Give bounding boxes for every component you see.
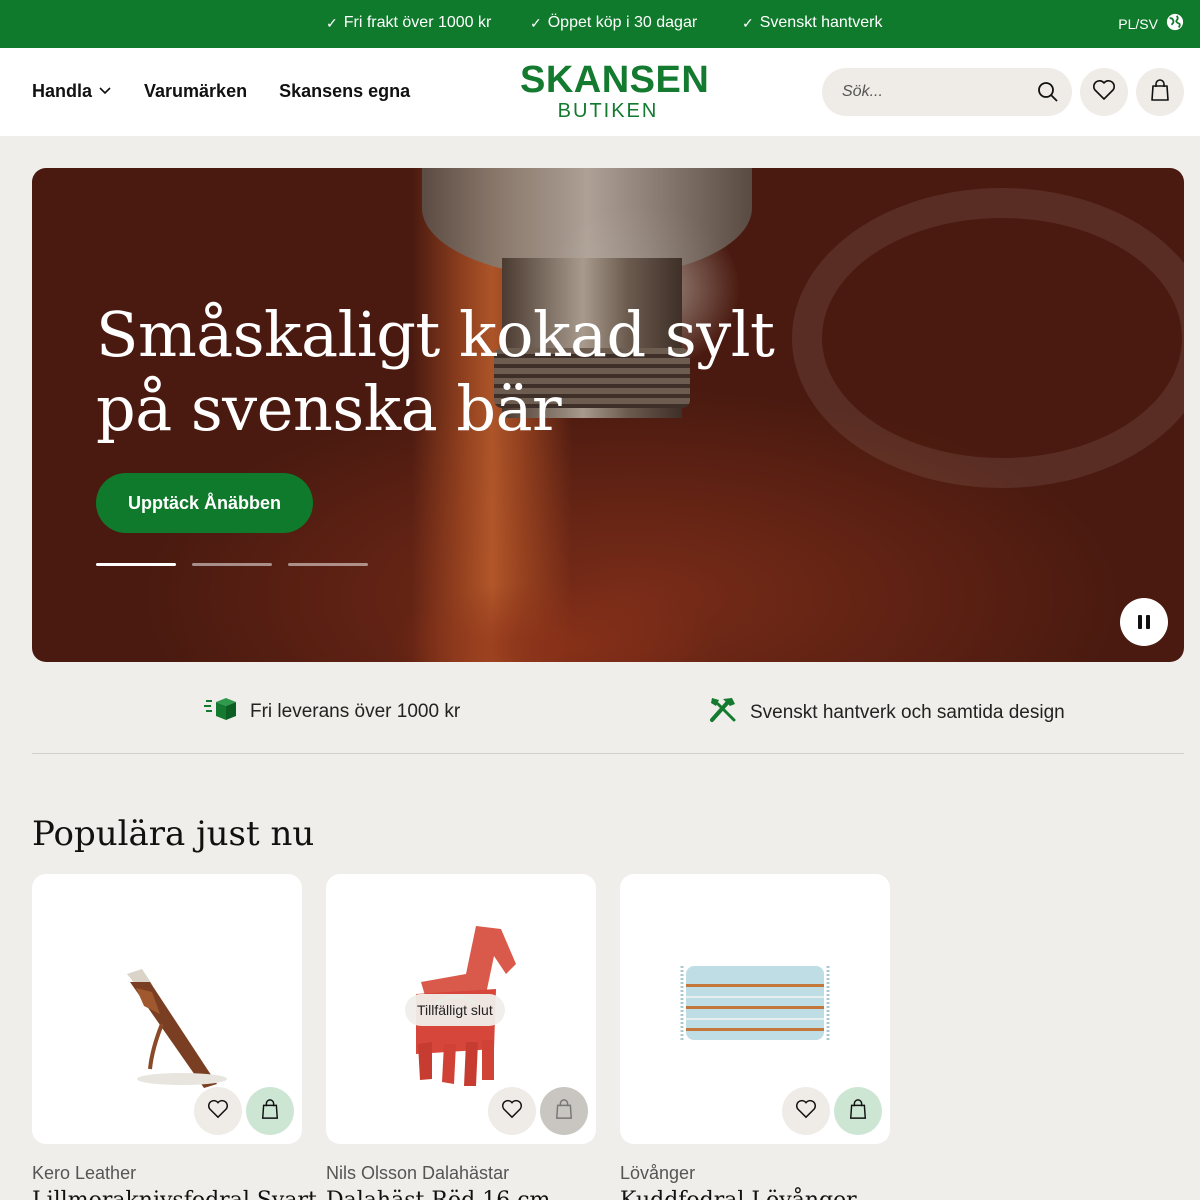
nav-item-handla[interactable]: Handla bbox=[32, 81, 112, 102]
heart-icon bbox=[501, 1099, 523, 1124]
product-name[interactable]: Dalahäst Röd 16 cm bbox=[326, 1188, 550, 1200]
slide-indicator[interactable] bbox=[192, 563, 272, 566]
globe-icon bbox=[1166, 13, 1184, 34]
logo-line2: BUTIKEN bbox=[557, 100, 659, 122]
usp-handicraft: ✓ Svenskt hantverk bbox=[742, 14, 882, 32]
hero-title: Småskaligt kokad sylt på svenska bär bbox=[96, 298, 775, 445]
section-title-popular: Populära just nu bbox=[32, 814, 315, 854]
usp-open-purchase: ✓ Öppet köp i 30 dagar bbox=[530, 14, 697, 32]
product-card[interactable] bbox=[620, 874, 890, 1144]
tools-icon bbox=[708, 696, 738, 730]
shopping-bag-icon bbox=[848, 1098, 868, 1125]
add-to-cart-button bbox=[540, 1087, 588, 1135]
shopping-bag-icon bbox=[1149, 78, 1171, 107]
product-brand: Nils Olsson Dalahästar bbox=[326, 1163, 510, 1183]
shopping-bag-icon bbox=[260, 1098, 280, 1125]
nav-item-label: Handla bbox=[32, 81, 93, 101]
main-nav: Handla Varumärken Skansens egna bbox=[32, 81, 410, 102]
product-brand: Kero Leather bbox=[32, 1163, 137, 1183]
product-brand: Lövånger bbox=[620, 1163, 696, 1183]
usp-label: Fri frakt över 1000 kr bbox=[343, 14, 492, 31]
heart-icon bbox=[207, 1099, 229, 1124]
nav-item-label: Varumärken bbox=[144, 81, 248, 101]
benefits-strip: Fri leverans över 1000 kr Svenskt hantve… bbox=[32, 686, 1184, 754]
add-to-wishlist-button[interactable] bbox=[782, 1087, 830, 1135]
nav-item-label: Skansens egna bbox=[279, 81, 411, 101]
cart-button[interactable] bbox=[1136, 68, 1184, 116]
benefit-handicraft: Svenskt hantverk och samtida design bbox=[708, 696, 1065, 730]
pause-icon-bar bbox=[1146, 615, 1150, 629]
box-icon bbox=[204, 696, 238, 728]
check-icon: ✓ bbox=[742, 14, 754, 31]
usp-label: Svenskt hantverk bbox=[759, 14, 883, 31]
status-badge: Tillfälligt slut bbox=[405, 994, 505, 1026]
benefit-label: Svenskt hantverk och samtida design bbox=[750, 702, 1065, 723]
product-card[interactable] bbox=[32, 874, 302, 1144]
logo-line1: SKANSEN bbox=[520, 59, 710, 101]
locale-switcher[interactable]: PL/SV bbox=[1118, 13, 1184, 34]
add-to-wishlist-button[interactable] bbox=[488, 1087, 536, 1135]
pause-icon-bar bbox=[1138, 615, 1142, 629]
wishlist-button[interactable] bbox=[1080, 68, 1128, 116]
benefit-label: Fri leverans över 1000 kr bbox=[250, 701, 461, 722]
product-name[interactable]: Kuddfodral Lövånger bbox=[620, 1188, 857, 1200]
hero-cta-button[interactable]: Upptäck Ånäbben bbox=[96, 473, 314, 533]
usp-label: Öppet köp i 30 dagar bbox=[547, 14, 698, 31]
usp-free-shipping: ✓ Fri frakt över 1000 kr bbox=[326, 14, 491, 32]
pause-button[interactable] bbox=[1120, 598, 1168, 646]
shopping-bag-icon bbox=[554, 1098, 574, 1125]
slide-indicators bbox=[96, 563, 368, 566]
search-input[interactable] bbox=[842, 80, 1032, 104]
check-icon: ✓ bbox=[326, 14, 338, 31]
search-icon[interactable] bbox=[1036, 80, 1060, 109]
add-to-cart-button[interactable] bbox=[834, 1087, 882, 1135]
product-name[interactable]: Lillmoraknivsfodral Svart bbox=[32, 1188, 317, 1200]
product-card[interactable]: Tillfälligt slut bbox=[326, 874, 596, 1144]
hero-banner: Småskaligt kokad sylt på svenska bär Upp… bbox=[32, 168, 1184, 662]
search-box bbox=[822, 68, 1072, 116]
site-logo[interactable]: SKANSEN BUTIKEN bbox=[520, 59, 710, 122]
nav-item-varumarken[interactable]: Varumärken bbox=[144, 81, 247, 102]
heart-icon bbox=[795, 1099, 817, 1124]
nav-item-skansens-egna[interactable]: Skansens egna bbox=[279, 81, 410, 102]
add-to-wishlist-button[interactable] bbox=[194, 1087, 242, 1135]
locale-label: PL/SV bbox=[1118, 15, 1158, 32]
check-icon: ✓ bbox=[530, 14, 542, 31]
heart-icon bbox=[1092, 79, 1116, 106]
slide-indicator[interactable] bbox=[288, 563, 368, 566]
chevron-down-icon bbox=[98, 81, 112, 102]
add-to-cart-button[interactable] bbox=[246, 1087, 294, 1135]
benefit-free-delivery: Fri leverans över 1000 kr bbox=[204, 696, 460, 728]
announcement-bar: ✓ Fri frakt över 1000 kr ✓ Öppet köp i 3… bbox=[0, 0, 1200, 48]
slide-indicator[interactable] bbox=[96, 563, 176, 566]
site-header: Handla Varumärken Skansens egna SKANSEN … bbox=[0, 48, 1200, 136]
